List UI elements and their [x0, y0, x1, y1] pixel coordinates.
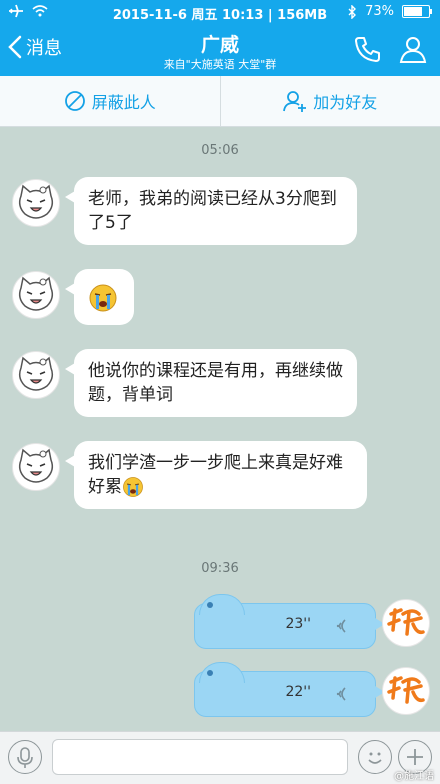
crying-emoji-icon — [122, 476, 144, 498]
phone-icon — [352, 34, 382, 64]
voice-duration: 23'' — [285, 616, 311, 632]
sound-wave-icon — [329, 614, 353, 638]
cat-avatar-icon — [13, 180, 59, 226]
bluetooth-icon — [347, 5, 357, 19]
smiley-icon — [359, 741, 391, 773]
cat-avatar-icon — [13, 352, 59, 398]
header: 2015-11-6 周五 10:13 | 156MB 73% 消息 广威 来自"… — [0, 0, 440, 76]
message-text: 老师，我弟的阅读已经从3分爬到了5了 — [88, 189, 337, 233]
avatar[interactable] — [12, 271, 60, 319]
voice-message[interactable]: 22'' — [194, 671, 376, 717]
avatar[interactable] — [12, 179, 60, 227]
message-text: 他说你的课程还是有用，再继续做题，背单词 — [88, 361, 343, 405]
message-bubble[interactable]: 他说你的课程还是有用，再继续做题，背单词 — [74, 349, 357, 417]
cat-avatar-icon — [13, 444, 59, 490]
bubble-eye — [207, 670, 213, 676]
block-user-label: 屏蔽此人 — [92, 89, 156, 113]
add-friend-label: 加为好友 — [313, 89, 377, 113]
block-user-button[interactable]: 屏蔽此人 — [0, 76, 220, 126]
battery-percent: 73% — [365, 4, 394, 19]
my-avatar[interactable] — [382, 667, 430, 715]
message-bubble[interactable]: 我们学渣一步一步爬上来真是好难好累 — [74, 441, 367, 509]
message-bubble[interactable] — [74, 269, 134, 325]
voice-input-button[interactable] — [8, 740, 42, 774]
message-bubble[interactable]: 老师，我弟的阅读已经从3分爬到了5了 — [74, 177, 357, 245]
timestamp: 05:06 — [0, 143, 440, 158]
timestamp: 09:36 — [0, 561, 440, 576]
avatar[interactable] — [12, 443, 60, 491]
bubble-eye — [207, 602, 213, 608]
voice-message[interactable]: 23'' — [194, 603, 376, 649]
orange-logo-icon — [383, 668, 429, 714]
my-avatar[interactable] — [382, 599, 430, 647]
block-icon — [64, 90, 86, 112]
battery-icon — [402, 5, 430, 18]
orange-logo-icon — [383, 600, 429, 646]
bubble-decoration — [199, 662, 245, 683]
input-bar: @施江语 — [0, 731, 440, 784]
add-friend-button[interactable]: 加为好友 — [221, 76, 440, 126]
call-button[interactable] — [352, 34, 382, 64]
microphone-icon — [9, 741, 41, 773]
emoji-button[interactable] — [358, 740, 392, 774]
crying-emoji-icon — [88, 283, 118, 313]
nav-bar: 消息 广威 来自"大施英语 大堂"群 — [0, 24, 440, 76]
bubble-decoration — [199, 594, 245, 615]
action-bar: 屏蔽此人 加为好友 — [0, 76, 440, 127]
user-icon — [398, 34, 428, 64]
avatar[interactable] — [12, 351, 60, 399]
chat-area[interactable]: 05:06 老师，我弟的阅读已经从3分爬到了5了 — [0, 127, 440, 731]
sound-wave-icon — [329, 682, 353, 706]
status-bar: 2015-11-6 周五 10:13 | 156MB 73% — [0, 0, 440, 24]
voice-duration: 22'' — [285, 684, 311, 700]
message-input[interactable] — [52, 739, 348, 775]
cat-avatar-icon — [13, 272, 59, 318]
watermark: @施江语 — [394, 767, 434, 782]
profile-button[interactable] — [398, 34, 428, 64]
add-user-icon — [283, 89, 307, 113]
